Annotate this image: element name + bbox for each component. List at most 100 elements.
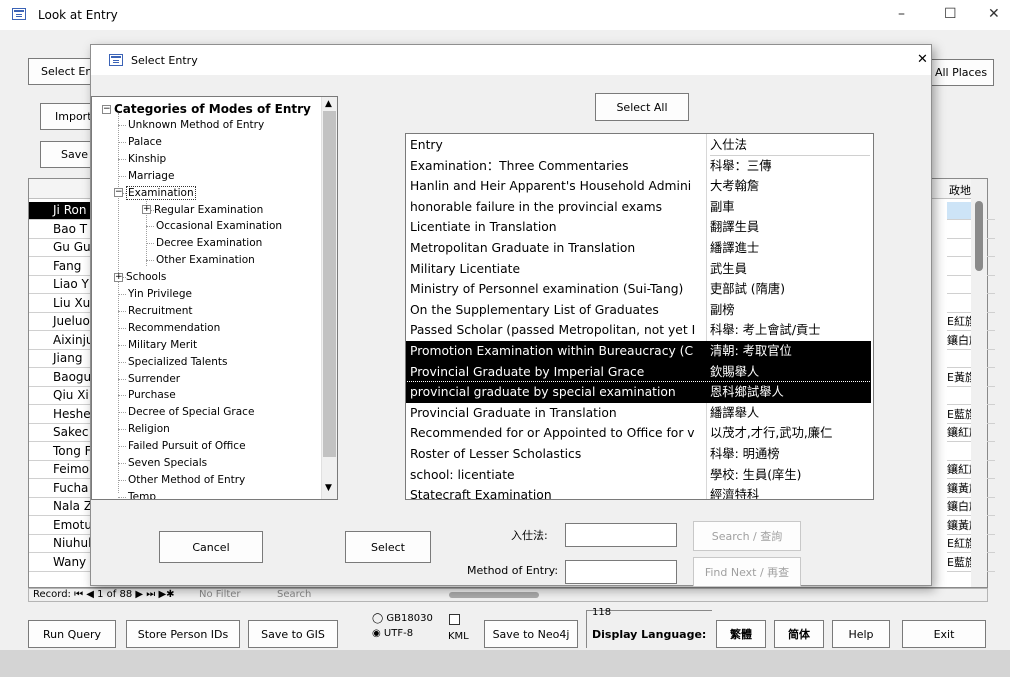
scroll-up-icon[interactable]: ▲ <box>325 99 332 109</box>
table-row[interactable]: Aixinju <box>29 332 91 350</box>
table-row[interactable]: Jueluo <box>29 313 91 331</box>
search-button[interactable]: Search / 查詢 <box>693 521 801 551</box>
maximize-icon[interactable]: ☐ <box>944 6 957 22</box>
scrollbar-thumb[interactable] <box>975 201 983 271</box>
tree-item[interactable]: Unknown Method of Entry <box>128 117 264 133</box>
tree-item[interactable]: Occasional Examination <box>156 218 282 234</box>
tree-item[interactable]: Religion <box>128 421 170 437</box>
tree-item[interactable]: Other Method of Entry <box>128 472 245 488</box>
save-to-gis-button[interactable]: Save to GIS <box>248 620 338 648</box>
tree-item[interactable]: Palace <box>128 134 162 150</box>
encoding-utf8-option[interactable]: ◉ UTF-8 <box>372 628 413 639</box>
tree-scroll-thumb[interactable] <box>323 111 336 457</box>
radio-checked-icon[interactable]: ◉ <box>372 628 381 639</box>
tree-item[interactable]: Recruitment <box>128 303 193 319</box>
expand-icon[interactable]: + <box>114 272 123 282</box>
table-row[interactable]: Jiang <box>29 350 91 368</box>
list-item[interactable]: Recommended for or Appointed to Office f… <box>406 423 871 444</box>
traditional-chinese-button[interactable]: 繁體 <box>716 620 766 648</box>
list-item[interactable]: Licentiate in Translation 翻譯生員 <box>406 217 871 238</box>
table-row[interactable]: Wany <box>29 554 91 572</box>
table-row[interactable]: Feimo <box>29 461 91 479</box>
list-item[interactable]: Ministry of Personnel examination (Sui-T… <box>406 279 871 300</box>
list-item[interactable]: school: licentiate 學校: 生員(庠生) <box>406 465 871 486</box>
table-row[interactable]: Sakec <box>29 424 91 442</box>
run-query-button[interactable]: Run Query <box>28 620 116 648</box>
tree-item[interactable]: Failed Pursuit of Office <box>128 438 246 454</box>
table-row[interactable]: Liao Y <box>29 276 91 294</box>
list-item[interactable]: Statecraft Examination 經濟特科 <box>406 485 871 499</box>
tree-root[interactable]: − Categories of Modes of Entry <box>102 101 311 117</box>
list-item[interactable]: Hanlin and Heir Apparent's Household Adm… <box>406 176 871 197</box>
table-row[interactable]: Gu Gu <box>29 239 91 257</box>
tree-item[interactable]: Temp <box>128 489 156 499</box>
list-item[interactable]: Promotion Examination within Bureaucracy… <box>406 341 871 362</box>
tree-item[interactable]: Seven Specials <box>128 455 207 471</box>
minimize-icon[interactable]: – <box>898 6 905 22</box>
exit-button[interactable]: Exit <box>902 620 986 648</box>
select-all-button[interactable]: Select All <box>595 93 689 121</box>
list-item[interactable]: provincial graduate by special examinati… <box>406 381 872 404</box>
table-row[interactable]: Niuhul <box>29 535 91 553</box>
kml-checkbox[interactable] <box>449 614 460 625</box>
method-of-entry-input[interactable] <box>565 560 677 584</box>
select-button[interactable]: Select <box>345 531 431 563</box>
table-row[interactable]: Nala Z <box>29 498 91 516</box>
tree-item[interactable]: Yin Privilege <box>128 286 192 302</box>
all-places-button[interactable]: All Places <box>928 59 994 86</box>
list-item[interactable]: Provincial Graduate in Translation 繙譯舉人 <box>406 403 871 424</box>
tree-item[interactable]: Purchase <box>128 387 176 403</box>
help-button[interactable]: Help <box>832 620 890 648</box>
select-entry-button[interactable]: Select En <box>28 58 94 85</box>
list-item[interactable]: Passed Scholar (passed Metropolitan, not… <box>406 320 871 341</box>
list-item[interactable]: Metropolitan Graduate in Translation 繙譯進士 <box>406 238 871 259</box>
cancel-button[interactable]: Cancel <box>159 531 263 563</box>
tree-item[interactable]: Decree Examination <box>156 235 262 251</box>
dialog-close-icon[interactable]: ✕ <box>917 52 928 67</box>
table-row[interactable]: Ji Ron <box>29 202 91 220</box>
entry-list[interactable]: Entry 入仕法 Examination：Three Commentaries 科舉… <box>405 133 874 500</box>
radio-unchecked-icon[interactable]: ◯ <box>372 613 383 624</box>
tree-item[interactable]: − Examination <box>114 185 196 201</box>
tree-item[interactable]: Recommendation <box>128 320 220 336</box>
table-row[interactable]: Bao T <box>29 221 91 239</box>
tree-item[interactable]: Marriage <box>128 168 174 184</box>
chinese-entry-input[interactable] <box>565 523 677 547</box>
table-row[interactable]: Fucha <box>29 480 91 498</box>
hscroll-thumb[interactable] <box>449 592 539 598</box>
collapse-icon[interactable]: − <box>114 188 123 198</box>
table-row[interactable]: Emotu <box>29 517 91 535</box>
table-row[interactable]: Qiu Xi <box>29 387 91 405</box>
store-person-ids-button[interactable]: Store Person IDs <box>126 620 240 648</box>
list-item[interactable]: Roster of Lesser Scholastics 科舉: 明通榜 <box>406 444 871 465</box>
tree-item[interactable]: Decree of Special Grace <box>128 404 254 420</box>
find-next-button[interactable]: Find Next / 再查 <box>693 557 801 587</box>
tree-item[interactable]: Specialized Talents <box>128 354 227 370</box>
tree-item[interactable]: + Schools <box>114 269 166 285</box>
scroll-down-icon[interactable]: ▼ <box>325 483 332 493</box>
table-row[interactable]: Heshe <box>29 406 91 424</box>
close-icon[interactable]: ✕ <box>988 6 1000 22</box>
save-to-neo4j-button[interactable]: Save to Neo4j <box>484 620 578 648</box>
tree-item[interactable]: Surrender <box>128 371 180 387</box>
tree-item[interactable]: Kinship <box>128 151 166 167</box>
expand-icon[interactable]: + <box>142 205 151 214</box>
import-button[interactable]: Import <box>40 103 94 130</box>
encoding-gb18030-option[interactable]: ◯ GB18030 <box>372 613 433 624</box>
simplified-chinese-button[interactable]: 简体 <box>774 620 824 648</box>
table-row[interactable]: Tong F <box>29 443 91 461</box>
list-item[interactable]: Military Licentiate 武生員 <box>406 259 871 280</box>
list-item[interactable]: Examination：Three Commentaries 科舉：三傳 <box>406 156 871 177</box>
table-row[interactable]: Fang <box>29 258 91 276</box>
list-item[interactable]: honorable failure in the provincial exam… <box>406 197 871 218</box>
tree-item[interactable]: + Regular Examination <box>142 202 263 218</box>
collapse-icon[interactable]: − <box>102 105 111 114</box>
list-item[interactable]: On the Supplementary List of Graduates 副榜 <box>406 300 871 321</box>
table-row[interactable]: Liu Xu <box>29 295 91 313</box>
tree-item[interactable]: Other Examination <box>156 252 255 268</box>
save-button[interactable]: Save <box>40 141 94 168</box>
datasheet-scrollbar[interactable] <box>971 179 987 587</box>
list-item[interactable]: Provincial Graduate by Imperial Grace 欽賜舉… <box>406 361 871 383</box>
tree-item[interactable]: Military Merit <box>128 337 197 353</box>
tree-scrollbar[interactable]: ▲ ▼ <box>321 97 337 499</box>
